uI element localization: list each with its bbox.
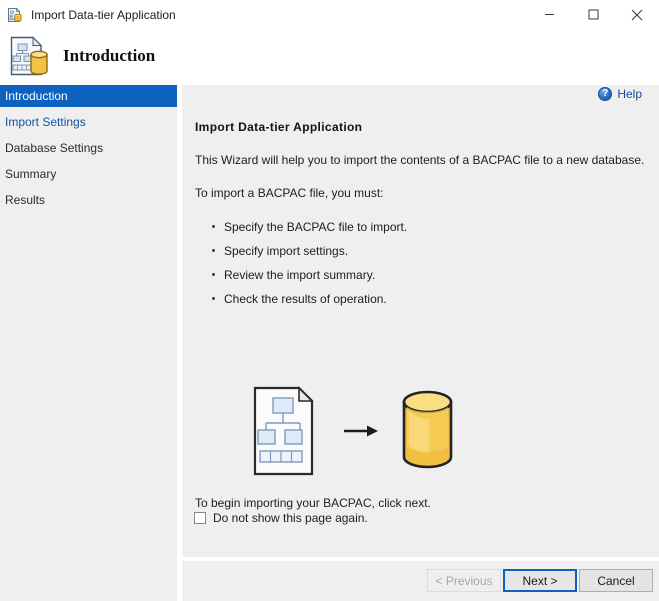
sidebar-item-label: Import Settings xyxy=(5,115,86,129)
intro-paragraph: This Wizard will help you to import the … xyxy=(195,153,645,167)
data-tier-application-icon xyxy=(7,7,23,23)
close-icon[interactable] xyxy=(615,0,659,29)
database-cylinder-icon xyxy=(402,390,453,469)
sidebar-item-introduction[interactable]: Introduction xyxy=(0,85,177,107)
help-label: Help xyxy=(617,87,642,101)
sidebar-item-label: Summary xyxy=(5,167,57,181)
sidebar-item-results[interactable]: Results xyxy=(0,189,177,211)
sidebar-item-import-settings[interactable]: Import Settings xyxy=(0,111,177,133)
arrow-right-icon xyxy=(344,425,378,437)
window-title: Import Data-tier Application xyxy=(31,7,176,22)
instructions-lead: To import a BACPAC file, you must: xyxy=(195,186,384,200)
page-title: Introduction xyxy=(63,45,156,65)
sidebar-item-label: Database Settings xyxy=(5,141,104,155)
help-circle-icon xyxy=(598,87,613,101)
list-item: Check the results of operation. xyxy=(195,291,647,315)
minimize-icon[interactable] xyxy=(527,0,571,29)
instruction-list: Specify the BACPAC file to import. Speci… xyxy=(195,219,647,315)
sidebar-item-summary[interactable]: Summary xyxy=(0,163,177,185)
list-item: Specify the BACPAC file to import. xyxy=(195,219,647,243)
bacpac-document-icon xyxy=(253,386,314,476)
title-bar: Import Data-tier Application xyxy=(0,0,659,29)
data-tier-application-icon xyxy=(9,35,49,77)
sidebar-item-label: Results xyxy=(5,193,46,207)
cancel-button[interactable]: Cancel xyxy=(579,569,653,592)
do-not-show-again-label: Do not show this page again. xyxy=(213,511,368,525)
content-panel: Help Import Data-tier Application This W… xyxy=(182,85,659,557)
section-title: Import Data-tier Application xyxy=(195,120,363,134)
list-item: Specify import settings. xyxy=(195,243,647,267)
page-header: Introduction xyxy=(0,29,659,82)
maximize-icon[interactable] xyxy=(571,0,615,29)
next-button[interactable]: Next > xyxy=(503,569,577,592)
previous-button[interactable]: < Previous xyxy=(427,569,501,592)
do-not-show-again-row[interactable]: Do not show this page again. xyxy=(194,511,368,525)
sidebar-item-database-settings[interactable]: Database Settings xyxy=(0,137,177,159)
import-flow-illustration xyxy=(252,385,462,477)
do-not-show-again-checkbox[interactable] xyxy=(194,512,206,524)
begin-instruction: To begin importing your BACPAC, click ne… xyxy=(195,496,431,510)
wizard-button-bar: < Previous Next > Cancel xyxy=(182,561,659,601)
help-link[interactable]: Help xyxy=(598,87,642,101)
content-body: Import Data-tier Application This Wizard… xyxy=(195,120,647,315)
sidebar-item-label: Introduction xyxy=(5,89,68,103)
list-item: Review the import summary. xyxy=(195,267,647,291)
wizard-steps-sidebar: Introduction Import Settings Database Se… xyxy=(0,85,178,601)
window-controls xyxy=(527,0,659,29)
